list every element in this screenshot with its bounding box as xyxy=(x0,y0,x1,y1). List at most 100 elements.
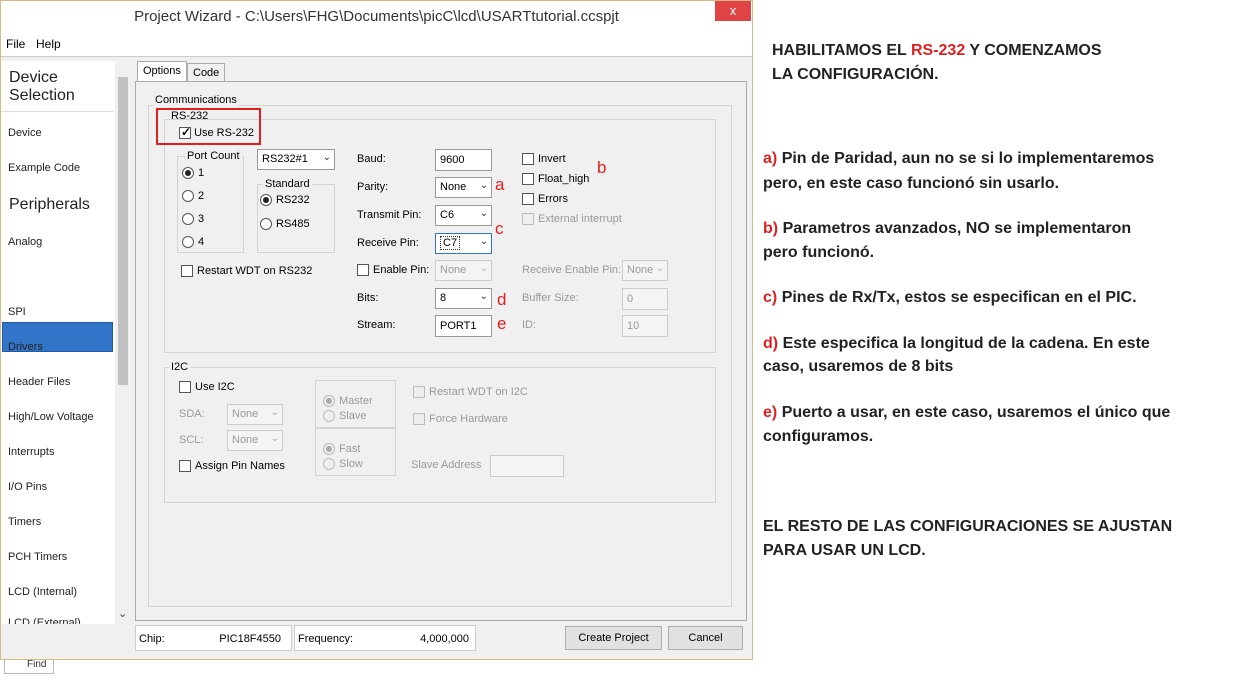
enable-pin-checkbox[interactable] xyxy=(357,264,369,276)
master-label: Master xyxy=(339,395,373,407)
tab-code[interactable]: Code xyxy=(187,63,226,83)
close-button[interactable]: x xyxy=(715,1,751,21)
sidebar-item-header-files[interactable]: Header Files xyxy=(8,376,70,388)
menu-help[interactable]: Help xyxy=(36,37,61,51)
invert-checkbox[interactable] xyxy=(522,153,534,165)
notes-title-red: RS-232 xyxy=(910,42,966,59)
baud-input[interactable]: 9600 xyxy=(435,149,492,171)
sidebar-item-interrupts[interactable]: Interrupts xyxy=(8,446,54,458)
sidebar-divider xyxy=(1,111,114,112)
sda-label: SDA: xyxy=(179,408,205,420)
sidebar-item-lcd-external[interactable]: LCD (External) xyxy=(8,617,81,624)
sda-dropdown[interactable]: None ⌄ xyxy=(227,404,283,425)
enable-pin-dropdown[interactable]: None ⌄ xyxy=(435,260,492,281)
cancel-button[interactable]: Cancel xyxy=(668,626,743,650)
id-input[interactable]: 10 xyxy=(622,315,668,337)
parity-dropdown[interactable]: None ⌄ xyxy=(435,177,492,198)
sidebar-heading-peripherals: Peripherals xyxy=(9,196,90,213)
sidebar-scrollbar-thumb[interactable] xyxy=(118,77,128,385)
chevron-down-icon: ⌄ xyxy=(270,433,279,444)
standard-rs232-radio[interactable] xyxy=(260,194,272,206)
external-interrupt-checkbox[interactable] xyxy=(522,213,534,225)
note-e-line1: Puerto a usar, en este caso, usaremos el… xyxy=(781,404,1171,421)
port-select-value: RS232#1 xyxy=(262,153,308,165)
menu-bar: File Help xyxy=(1,33,752,57)
sidebar-item-example-code[interactable]: Example Code xyxy=(8,162,80,174)
port-select-dropdown[interactable]: RS232#1 ⌄ xyxy=(257,149,335,170)
bits-dropdown[interactable]: 8 ⌄ xyxy=(435,288,492,309)
float-high-checkbox[interactable] xyxy=(522,173,534,185)
menu-file[interactable]: File xyxy=(6,37,25,51)
restart-wdt-rs232-checkbox[interactable] xyxy=(181,265,193,277)
note-e-key: e) xyxy=(763,404,778,421)
sidebar: Device Selection Device Example Code Per… xyxy=(1,61,131,624)
sidebar-item-communications[interactable]: Communications xyxy=(8,271,90,283)
sidebar-item-spi[interactable]: SPI xyxy=(8,306,26,318)
scl-dropdown[interactable]: None ⌄ xyxy=(227,430,283,451)
sda-value: None xyxy=(232,408,259,420)
float-high-label: Float_high xyxy=(538,173,590,185)
receive-pin-dropdown[interactable]: C7 ⌄ xyxy=(435,233,492,254)
slave-radio[interactable] xyxy=(323,410,335,422)
scl-label: SCL: xyxy=(179,434,204,446)
port-count-1-radio[interactable] xyxy=(182,167,194,179)
communications-group-label: Communications xyxy=(153,94,239,106)
port-count-3-radio[interactable] xyxy=(182,213,194,225)
note-e: e) Puerto a usar, en este caso, usaremos… xyxy=(763,404,1170,422)
annotation-d: d xyxy=(497,290,507,309)
sidebar-item-io-pins[interactable]: I/O Pins xyxy=(8,481,47,493)
sidebar-item-high-low-voltage[interactable]: High/Low Voltage xyxy=(8,411,94,423)
standard-rs232-label: RS232 xyxy=(276,194,310,206)
stream-input[interactable]: PORT1 xyxy=(435,315,492,337)
note-c: c) Pines de Rx/Tx, estos se especifican … xyxy=(763,289,1137,307)
chip-label: Chip: xyxy=(139,633,165,645)
errors-checkbox[interactable] xyxy=(522,193,534,205)
slave-address-label: Slave Address xyxy=(411,459,482,471)
annotation-e: e xyxy=(497,314,507,333)
tab-options[interactable]: Options xyxy=(137,61,187,82)
chevron-down-icon: ⌄ xyxy=(479,236,488,247)
fast-radio[interactable] xyxy=(323,443,335,455)
port-count-4-radio[interactable] xyxy=(182,236,194,248)
use-i2c-checkbox[interactable] xyxy=(179,381,191,393)
note-b-line1: Parametros avanzados, NO se implementaro… xyxy=(782,220,1132,237)
sidebar-item-pch-timers[interactable]: PCH Timers xyxy=(8,551,67,563)
port-count-2-label: 2 xyxy=(198,190,205,202)
create-project-button[interactable]: Create Project xyxy=(565,626,662,650)
standard-label: Standard xyxy=(263,178,312,190)
buffer-size-input[interactable]: 0 xyxy=(622,288,668,310)
taskbar-find-fragment[interactable]: Find xyxy=(4,660,54,674)
assign-pin-names-checkbox[interactable] xyxy=(179,460,191,472)
note-a: a) Pin de Paridad, aun no se si lo imple… xyxy=(763,150,1154,168)
sidebar-item-analog[interactable]: Analog xyxy=(8,236,42,248)
sidebar-item-drivers[interactable]: Drivers xyxy=(8,341,43,353)
force-hardware-checkbox[interactable] xyxy=(413,413,425,425)
note-c-line1: Pines de Rx/Tx, estos se especifican en … xyxy=(781,289,1137,306)
sidebar-item-lcd-internal[interactable]: LCD (Internal) xyxy=(8,586,77,598)
annotation-b: b xyxy=(597,158,607,177)
frequency-label: Frequency: xyxy=(298,633,354,645)
sidebar-item-timers[interactable]: Timers xyxy=(8,516,41,528)
slow-radio[interactable] xyxy=(323,458,335,470)
note-c-key: c) xyxy=(763,289,778,306)
use-rs232-checkbox[interactable]: ✓ Use RS-232 xyxy=(179,125,254,140)
sidebar-item-device[interactable]: Device xyxy=(8,127,42,139)
receive-enable-pin-value: None xyxy=(627,264,654,276)
note-a-line2: pero, en este caso funcionó sin usarlo. xyxy=(763,175,1060,192)
scroll-down-icon[interactable]: ⌄ xyxy=(118,607,127,620)
restart-wdt-i2c-checkbox[interactable] xyxy=(413,386,425,398)
standard-rs485-radio[interactable] xyxy=(260,218,272,230)
buffer-size-label: Buffer Size: xyxy=(522,292,579,304)
transmit-pin-dropdown[interactable]: C6 ⌄ xyxy=(435,205,492,226)
note-d-line1: Este especifica la longitud de la cadena… xyxy=(782,335,1150,352)
slave-address-input[interactable] xyxy=(490,455,564,477)
force-hardware-label: Force Hardware xyxy=(429,413,508,425)
port-count-label: Port Count xyxy=(185,150,242,162)
receive-enable-pin-dropdown[interactable]: None ⌄ xyxy=(622,260,668,281)
port-count-2-radio[interactable] xyxy=(182,190,194,202)
errors-label: Errors xyxy=(538,193,568,205)
external-interrupt-label: External interrupt xyxy=(538,213,622,225)
slave-label: Slave xyxy=(339,410,367,422)
assign-pin-names-label: Assign Pin Names xyxy=(195,460,285,472)
master-radio[interactable] xyxy=(323,395,335,407)
